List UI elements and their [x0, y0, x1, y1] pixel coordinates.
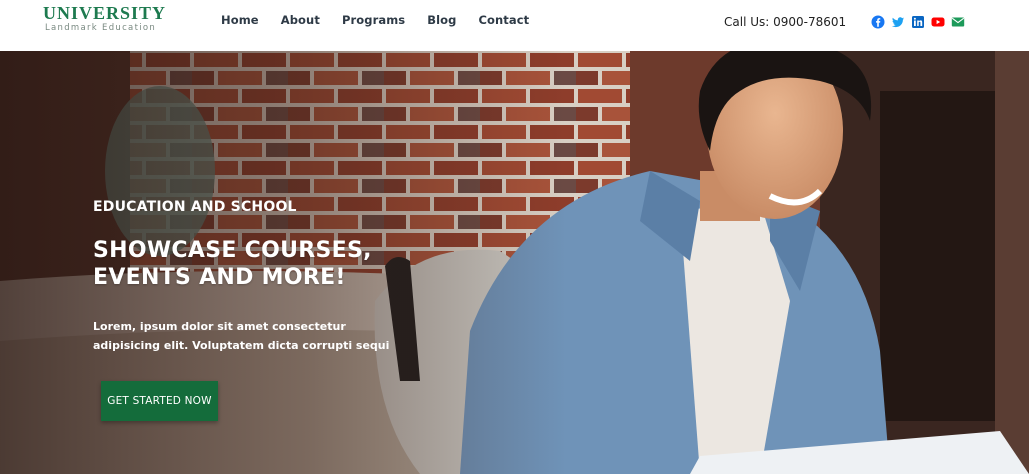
twitter-icon[interactable]: [891, 15, 905, 29]
main-nav: Home About Programs Blog Contact: [221, 13, 551, 27]
hero-description: Lorem, ipsum dolor sit amet consectetur …: [93, 320, 390, 352]
nav-item-contact[interactable]: Contact: [478, 13, 529, 27]
phone-number: Call Us: 0900-78601: [724, 15, 847, 29]
email-icon[interactable]: [951, 15, 965, 29]
logo-subtitle: Landmark Education: [45, 23, 157, 33]
nav-item-home[interactable]: Home: [221, 13, 259, 27]
facebook-icon[interactable]: [871, 15, 885, 29]
youtube-icon[interactable]: [931, 15, 945, 29]
nav-item-programs[interactable]: Programs: [342, 13, 405, 27]
logo[interactable]: UNIVERSITY Landmark Education: [43, 4, 173, 33]
nav-item-blog[interactable]: Blog: [427, 13, 456, 27]
nav-item-about[interactable]: About: [281, 13, 320, 27]
hero-eyebrow: EDUCATION AND SCHOOL: [93, 199, 297, 215]
social-links: [871, 15, 965, 29]
linkedin-icon[interactable]: [911, 15, 925, 29]
get-started-button[interactable]: GET STARTED NOW: [101, 381, 218, 421]
site-header: UNIVERSITY Landmark Education Home About…: [0, 0, 1029, 51]
hero-section: EDUCATION AND SCHOOL SHOWCASE COURSES, E…: [0, 51, 1029, 474]
hero-title: SHOWCASE COURSES, EVENTS AND MORE!: [93, 238, 372, 290]
logo-title: UNIVERSITY: [43, 3, 167, 23]
